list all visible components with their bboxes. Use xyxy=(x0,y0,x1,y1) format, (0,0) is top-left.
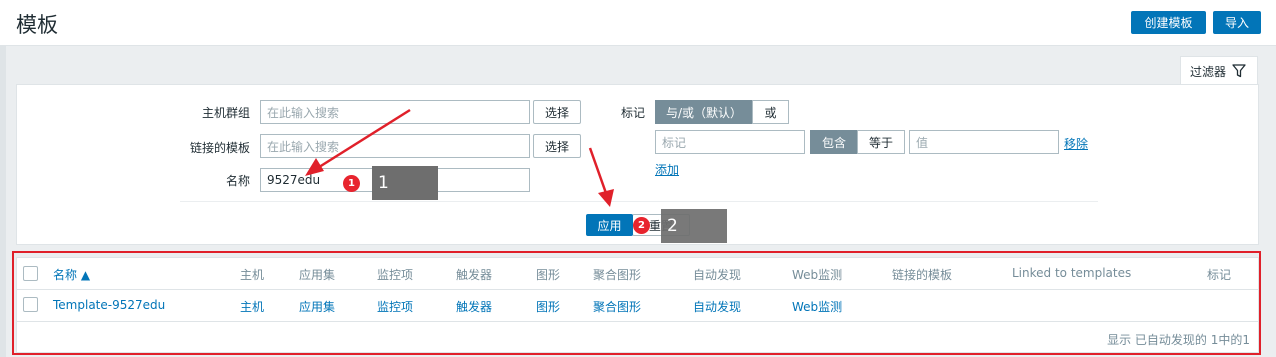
annotation-arrow-1 xyxy=(305,108,411,176)
annotation-highlight-box xyxy=(12,251,1261,355)
annotation-arrow-2 xyxy=(588,147,614,207)
